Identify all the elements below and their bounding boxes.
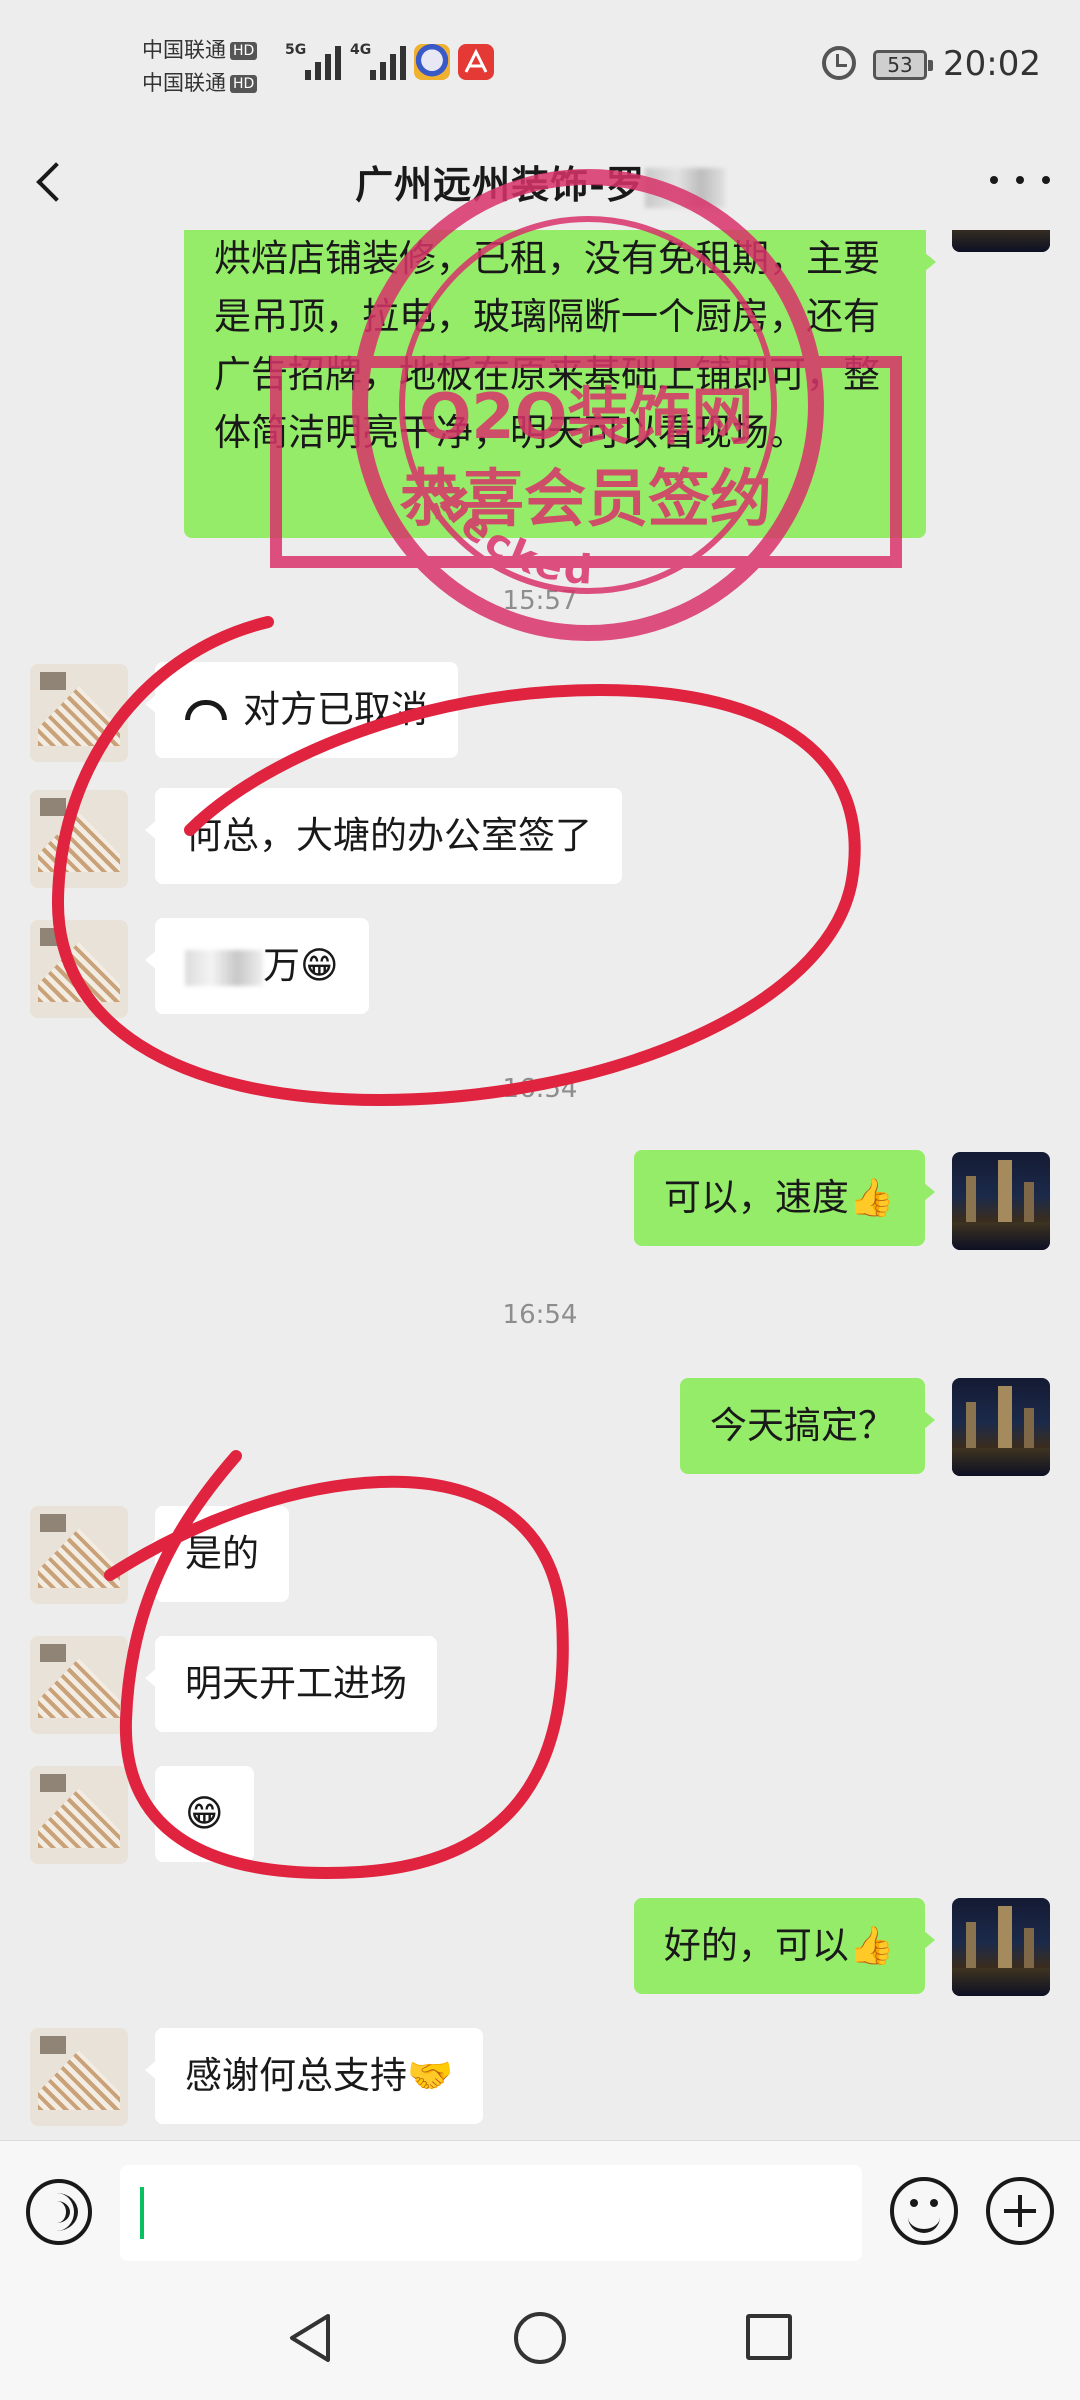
message-bubble-me[interactable]: 好的，可以👍 [633, 1898, 936, 1994]
message-bubble-me[interactable]: 可以，速度👍 [633, 1150, 936, 1246]
timestamp: 15:57 [502, 586, 578, 616]
timestamp: 16:54 [502, 1300, 578, 1330]
message-bubble-them[interactable]: 何总，大塘的办公室签了 [145, 788, 622, 884]
nav-back-icon[interactable] [286, 2312, 336, 2364]
chat-screen: 中国联通HD 中国联通HD 5G 4G 53 20:02 广州远州装饰-罗 [0, 0, 1080, 2400]
message-text: 何总，大塘的办公室签了 [185, 814, 592, 857]
nav-home-icon[interactable] [514, 2312, 566, 2364]
message-bubble-them[interactable]: 是的 [145, 1506, 289, 1602]
alarm-icon [822, 46, 856, 80]
message-bubble-me[interactable]: 烘焙店铺装修，已租，没有免租期，主要是吊顶，拉电，玻璃隔断一个厨房，还有广告招牌… [184, 230, 936, 538]
more-options-button[interactable] [990, 160, 1050, 200]
chat-title: 广州远州装饰-罗 [200, 154, 880, 209]
voice-input-button[interactable] [26, 2179, 92, 2245]
hd-badge-1: HD [230, 42, 258, 60]
blurred-amount [185, 949, 263, 986]
text-caret [140, 2187, 144, 2239]
message-bubble-them[interactable]: 明天开工进场 [145, 1636, 437, 1732]
my-avatar[interactable] [952, 1152, 1050, 1250]
message-text: 今天搞定？ [710, 1404, 895, 1447]
my-avatar[interactable] [952, 230, 1050, 252]
message-text: 是的 [185, 1532, 259, 1575]
message-text: 好的，可以👍 [663, 1924, 895, 1967]
chat-header: 广州远州装饰-罗 [0, 130, 1080, 230]
message-text: 可以，速度👍 [663, 1176, 895, 1219]
message-bubble-me[interactable]: 今天搞定？ [680, 1378, 935, 1474]
more-actions-button[interactable] [986, 2177, 1054, 2245]
contact-avatar[interactable] [30, 1636, 128, 1734]
message-text: 万😁 [263, 944, 339, 987]
carrier-1: 中国联通 [142, 38, 226, 62]
message-text: 对方已取消 [243, 688, 428, 731]
status-bar: 中国联通 HD 中国联通 HD 5G 4G 53 20:02 [0, 0, 1080, 130]
battery-icon: 53 [873, 50, 933, 80]
acrobat-app-icon [458, 44, 494, 80]
message-text: 感谢何总支持🤝 [185, 2054, 454, 2097]
hd-badge-2: HD [230, 75, 258, 93]
contact-avatar[interactable] [30, 1506, 128, 1604]
nav-recents-icon[interactable] [746, 2314, 792, 2360]
signal-4g-icon [370, 44, 406, 80]
system-nav-bar [0, 2282, 1080, 2400]
blurred-name [644, 167, 725, 208]
input-bar [0, 2140, 1080, 2282]
signal-5g-icon [305, 44, 341, 80]
contact-avatar[interactable] [30, 664, 128, 762]
contact-avatar[interactable] [30, 920, 128, 1018]
network-4g-label: 4G [350, 42, 372, 58]
timestamp: 16:54 [502, 1074, 578, 1104]
message-text: 明天开工进场 [185, 1662, 407, 1705]
back-button[interactable] [28, 152, 84, 208]
contact-avatar[interactable] [30, 2028, 128, 2126]
network-5g-label: 5G [285, 42, 307, 58]
message-list[interactable]: 烘焙店铺装修，已租，没有免租期，主要是吊顶，拉电，玻璃隔断一个厨房，还有广告招牌… [0, 230, 1080, 2140]
clock: 20:02 [943, 44, 1041, 84]
message-input[interactable] [120, 2165, 862, 2261]
message-bubble-them[interactable]: 😁 [145, 1766, 254, 1862]
contact-avatar[interactable] [30, 790, 128, 888]
carrier-info: 中国联通 HD 中国联通 HD [142, 34, 258, 100]
message-bubble-them[interactable]: 万😁 [145, 918, 369, 1014]
call-icon [185, 699, 227, 720]
chat-title-text: 广州远州装饰-罗 [355, 163, 645, 207]
message-text: 😁 [185, 1792, 224, 1835]
carrier-2: 中国联通 [142, 71, 226, 95]
contact-avatar[interactable] [30, 1766, 128, 1864]
message-text: 烘焙店铺装修，已租，没有免租期，主要是吊顶，拉电，玻璃隔断一个厨房，还有广告招牌… [214, 237, 880, 454]
message-bubble-them[interactable]: 对方已取消 [145, 662, 458, 758]
my-avatar[interactable] [952, 1898, 1050, 1996]
my-avatar[interactable] [952, 1378, 1050, 1476]
message-bubble-them[interactable]: 感谢何总支持🤝 [144, 2028, 484, 2124]
astronaut-app-icon [414, 44, 450, 80]
emoji-button[interactable] [890, 2177, 958, 2245]
